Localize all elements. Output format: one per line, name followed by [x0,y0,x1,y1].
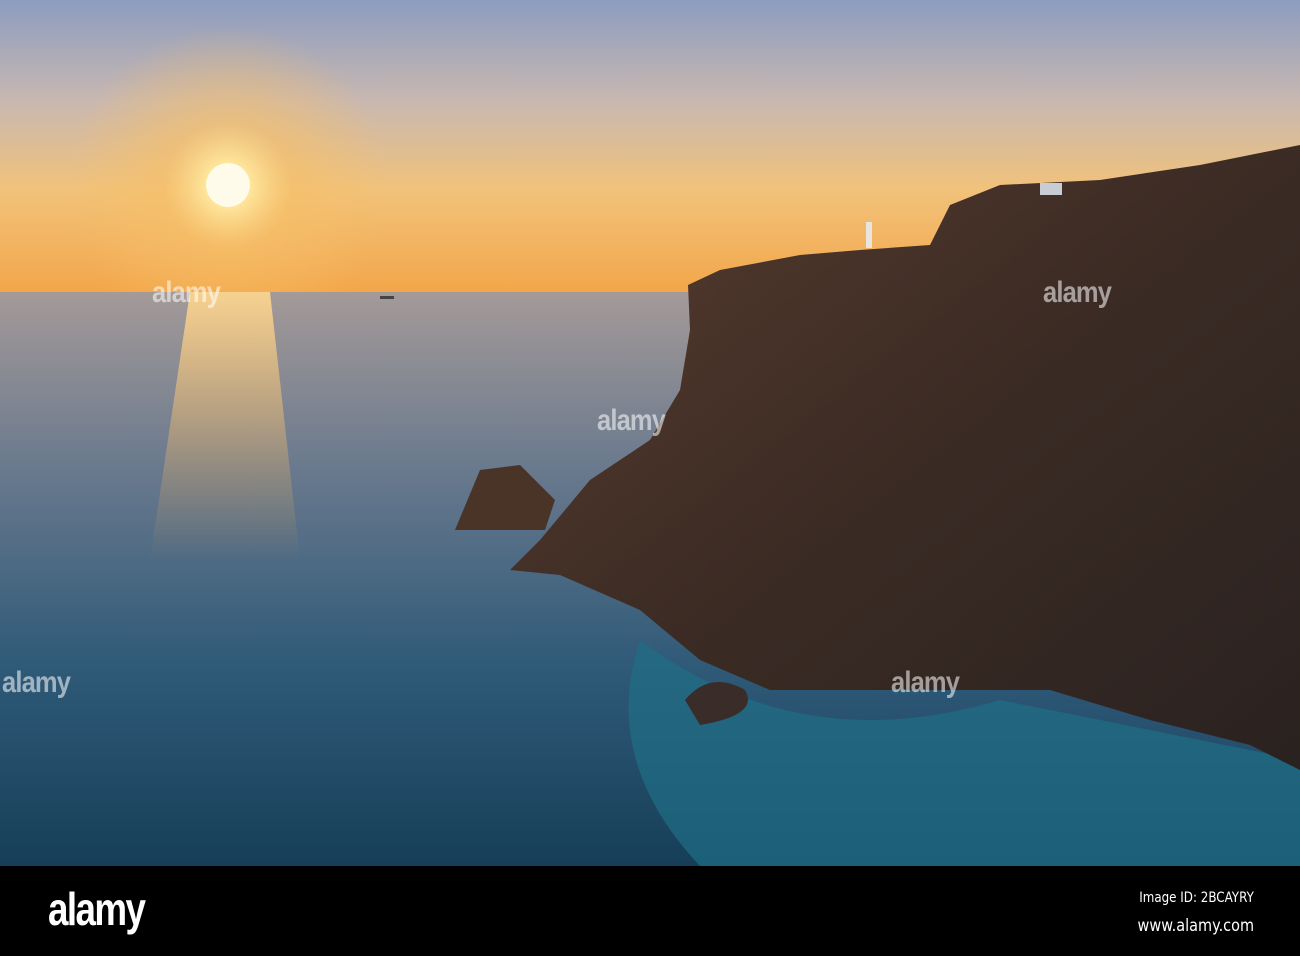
footer-bar: alamy Image ID: 2BCAYRY www.alamy.com [0,866,1300,956]
watermark: alamy [891,666,960,699]
watermark: alamy [152,276,221,309]
alamy-logo: alamy [48,883,146,935]
watermark: alamy [597,404,666,437]
stock-photo-page: alamy alamy alamy alamy alamy alamy Imag… [0,0,1300,956]
image-id: Image ID: 2BCAYRY [1139,890,1254,906]
watermark: alamy [2,666,71,699]
watermark: alamy [1043,276,1112,309]
website-url: www.alamy.com [1137,916,1254,936]
